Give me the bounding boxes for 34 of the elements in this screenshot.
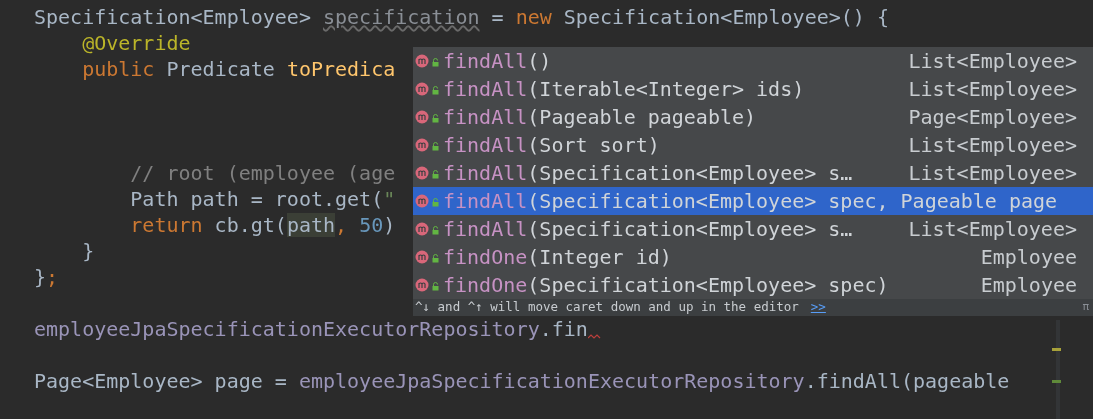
- code-line: @Override: [81, 30, 191, 56]
- completion-item[interactable]: findAll(Sort sort) List<Employee>: [413, 131, 1093, 159]
- code-line: // root (employee (age: [129, 160, 396, 186]
- code-line: Path path = root.get(": [129, 186, 396, 212]
- lock-icon: [432, 57, 439, 67]
- completion-item[interactable]: findAll(Specification<Employee> s… List<Employee>: [413, 159, 1093, 187]
- lock-icon: [432, 141, 439, 151]
- code-line: Page<Employee> page = employeeJpaSpecificationExecutorRepository.findAll(pageable: [34, 368, 1010, 394]
- code-line: };: [34, 264, 59, 290]
- lock-icon: [432, 225, 439, 235]
- completion-item[interactable]: findAll(Iterable<Integer> ids) List<Employee>: [413, 75, 1093, 103]
- completion-item[interactable]: findAll(Specification<Employee> spec, Pageable page: [413, 187, 1093, 215]
- lock-icon: [432, 85, 439, 95]
- code-line: public Predicate toPredica: [81, 56, 396, 82]
- completion-item[interactable]: findAll() List<Employee>: [413, 47, 1093, 75]
- lock-icon: [432, 113, 439, 123]
- hint-text: ^↓ and ^↑ will move caret down and up in the editor: [415, 298, 799, 317]
- code-line: return cb.gt(path, 50): [129, 212, 396, 238]
- code-line: }: [81, 238, 95, 264]
- completion-item[interactable]: findAll(Specification<Employee> s… List<Employee>: [413, 215, 1093, 243]
- lock-icon: [432, 169, 439, 179]
- code-line: employeeJpaSpecificationExecutorRepository.fin: [34, 316, 588, 342]
- warning-marker: [1052, 348, 1061, 351]
- completion-item[interactable]: findOne(Integer id) Employee: [413, 243, 1093, 271]
- corner-symbol: π: [1082, 299, 1089, 316]
- ok-marker: [1052, 380, 1061, 383]
- method-icon: [415, 194, 429, 208]
- hint-link[interactable]: >>: [810, 298, 826, 317]
- lock-icon: [432, 281, 439, 291]
- completion-item[interactable]: findAll(Pageable pageable) Page<Employee>: [413, 103, 1093, 131]
- lock-icon: [432, 253, 439, 263]
- completion-item[interactable]: findOne(Specification<Employee> spec) Employee: [413, 271, 1093, 299]
- code-line: Specification<Employee> specification = new Specification<Employee>() {: [34, 4, 889, 30]
- lock-icon: [432, 197, 439, 207]
